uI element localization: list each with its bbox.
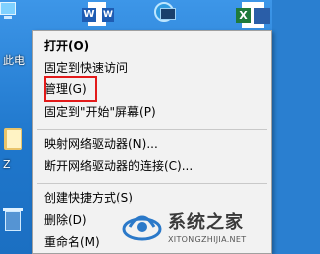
menu-separator xyxy=(37,183,267,184)
menu-item-pin-start[interactable]: 固定到"开始"屏幕(P) xyxy=(33,102,271,123)
folder-icon[interactable] xyxy=(4,128,22,150)
manage-highlight-box xyxy=(44,76,97,102)
menu-item-disconnect-network-drive[interactable]: 断开网络驱动器的连接(C)... xyxy=(33,156,271,177)
watermark: 系统之家 XITONGZHIJIA.NET xyxy=(118,202,270,252)
watermark-url: XITONGZHIJIA.NET xyxy=(168,235,247,244)
menu-item-map-network-drive[interactable]: 映射网络驱动器(N)... xyxy=(33,134,271,155)
watermark-logo-icon xyxy=(122,215,162,241)
menu-separator xyxy=(37,129,267,130)
recycle-bin-icon[interactable] xyxy=(3,207,23,231)
menu-item-open[interactable]: 打开(O) xyxy=(33,36,271,57)
watermark-name: 系统之家 xyxy=(168,212,244,233)
excel-icon[interactable]: X xyxy=(232,0,272,30)
this-pc-label[interactable]: 此电 xyxy=(3,52,25,68)
monitor-icon[interactable] xyxy=(0,0,18,30)
word-icon[interactable]: WW xyxy=(82,0,114,30)
network-icon[interactable] xyxy=(150,0,178,30)
folder-label[interactable]: Z xyxy=(3,158,11,171)
